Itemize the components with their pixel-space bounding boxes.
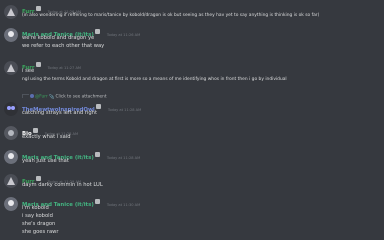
avatar[interactable] (4, 126, 18, 140)
role-icon (95, 104, 101, 109)
message: Furr Today at 11:26 AM (in also wonderin… (0, 2, 384, 22)
message-text: we refer to each other that way (22, 43, 105, 49)
message-text: yeah just use that (22, 158, 69, 164)
message: Maris and Tanice (it/its) Today at 11:26… (0, 25, 384, 55)
role-icon (35, 6, 41, 11)
avatar[interactable] (4, 28, 18, 42)
message-header: Maris and Tanice (it/its) Today at 11:26… (22, 27, 141, 38)
message-text: i say kobold (22, 213, 53, 219)
message-text: i'm kobold (22, 205, 49, 211)
reply-spine (22, 94, 29, 98)
avatar[interactable] (4, 5, 18, 19)
message-text: we're kobold and dragon ye (22, 35, 95, 41)
message-header: TheMewtwoInspiredOwl Today at 11:28 AM (22, 102, 142, 113)
message-header: Furr Today at 11:29 AM (22, 174, 81, 185)
message-text: i see (22, 68, 35, 74)
role-icon (94, 152, 100, 157)
message-text: daym darky commin in hot LUL (22, 182, 103, 188)
message: @Furr 📎Click to see attachment TheMewtwo… (0, 94, 384, 124)
timestamp: Today at 11:30 AM (106, 203, 141, 207)
role-icon (94, 29, 100, 34)
avatar[interactable] (4, 102, 18, 116)
role-icon (94, 199, 100, 204)
message-header: Furr Today at 11:26 AM (22, 4, 81, 15)
message: Maris and Tanice (it/its) Today at 11:28… (0, 148, 384, 170)
message-text: she goes rawr (22, 229, 59, 235)
message: Bio Today at 11:28 AM exactly what i sai… (0, 124, 384, 146)
message: Furr Today at 11:27 AM i see ngl using t… (0, 58, 384, 88)
message: Furr Today at 11:29 AM daym darky commin… (0, 172, 384, 194)
role-icon (35, 176, 41, 181)
message-text: exactly what i said (22, 134, 71, 140)
timestamp: Today at 11:28 AM (107, 108, 142, 112)
attachment-icon: 📎 (49, 94, 55, 100)
message-text: (in also wondering if reffering to maris… (22, 13, 320, 18)
avatar[interactable] (4, 174, 18, 188)
timestamp: Today at 11:26 AM (106, 33, 141, 37)
avatar[interactable] (4, 150, 18, 164)
message-text: ngl using the terms Kobold and dragon at… (22, 77, 287, 82)
reply-text[interactable]: Click to see attachment (55, 95, 106, 100)
message-text: catching strays left and right (22, 110, 97, 116)
chat-messages: Furr Today at 11:26 AM (in also wonderin… (0, 0, 384, 240)
role-icon (32, 128, 38, 133)
message: Maris and Tanice (it/its) Today at 11:30… (0, 195, 384, 240)
role-icon (35, 62, 41, 67)
message-header: Maris and Tanice (it/its) Today at 11:30… (22, 197, 141, 208)
message-header: Furr Today at 11:27 AM (22, 60, 82, 71)
message-header: Maris and Tanice (it/its) Today at 11:28… (22, 150, 141, 161)
reply-author[interactable]: @Furr (35, 95, 48, 100)
avatar[interactable] (4, 197, 18, 211)
message-text: she's dragon (22, 221, 56, 227)
reply-context[interactable]: @Furr 📎Click to see attachment (22, 94, 107, 100)
avatar[interactable] (4, 61, 18, 75)
message-header: Bio Today at 11:28 AM (22, 126, 78, 137)
timestamp: Today at 11:27 AM (47, 66, 82, 70)
reply-avatar (30, 94, 34, 98)
timestamp: Today at 11:28 AM (106, 156, 141, 160)
